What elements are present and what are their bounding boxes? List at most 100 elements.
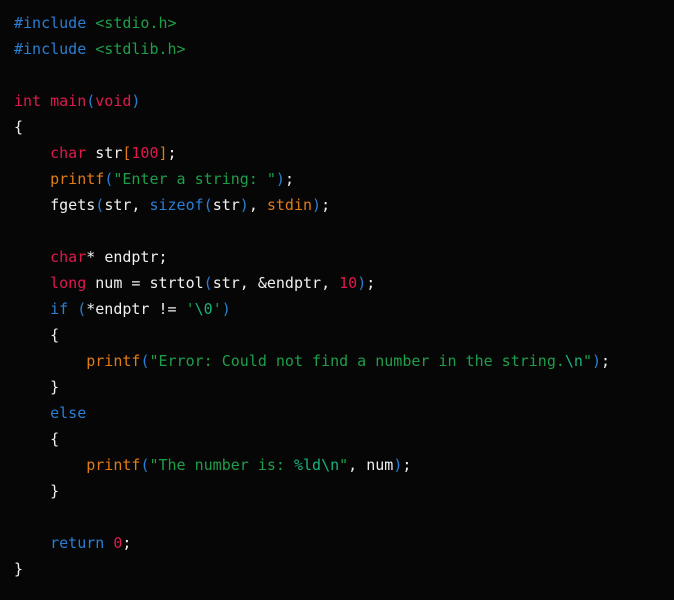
code-line: long num = strtol(str, &endptr, 10); — [14, 270, 674, 296]
code-token: ( — [203, 196, 213, 214]
code-token: \n — [564, 352, 583, 370]
code-line: { — [14, 322, 674, 348]
code-token: ; — [122, 534, 132, 552]
code-token: } — [14, 560, 24, 578]
code-line: } — [14, 374, 674, 400]
code-line: printf("Error: Could not find a number i… — [14, 348, 674, 374]
code-token: ; — [167, 144, 177, 162]
code-token: ; — [321, 196, 331, 214]
code-token: ) — [131, 92, 141, 110]
code-token: ; — [284, 170, 294, 188]
code-token: \0 — [194, 300, 213, 318]
code-token: != — [149, 300, 186, 318]
code-token: , — [348, 456, 367, 474]
code-token: { — [50, 430, 60, 448]
code-line: #include <stdlib.h> — [14, 36, 674, 62]
code-token: 100 — [131, 144, 159, 162]
code-token: str — [104, 196, 132, 214]
code-token: endptr — [104, 248, 159, 266]
code-token: if — [50, 300, 69, 318]
code-token: ( — [203, 274, 213, 292]
code-token: "The number is: — [149, 456, 294, 474]
code-token: ) — [357, 274, 367, 292]
code-line: printf("The number is: %ld\n", num); — [14, 452, 674, 478]
code-token: printf — [86, 456, 141, 474]
code-line: char* endptr; — [14, 244, 674, 270]
code-token: " — [339, 456, 349, 474]
code-token: printf — [50, 170, 105, 188]
code-token: else — [50, 404, 87, 422]
code-token: , — [248, 196, 267, 214]
code-token: ) — [393, 456, 403, 474]
code-token: ' — [185, 300, 195, 318]
code-line: fgets(str, sizeof(str), stdin); — [14, 192, 674, 218]
code-token: stdin — [266, 196, 313, 214]
code-token: 10 — [339, 274, 358, 292]
code-line: char str[100]; — [14, 140, 674, 166]
code-token: " — [582, 352, 592, 370]
code-token: "Enter a string: " — [113, 170, 276, 188]
code-token: <stdio.h> — [95, 14, 177, 32]
code-token: str — [212, 196, 240, 214]
code-token: *endptr — [86, 300, 150, 318]
code-token: ; — [601, 352, 611, 370]
code-token: main — [50, 92, 87, 110]
code-token: ' — [212, 300, 222, 318]
code-token: &endptr — [257, 274, 322, 292]
code-line: if (*endptr != '\0') — [14, 296, 674, 322]
code-line: else — [14, 400, 674, 426]
code-token: str — [95, 144, 123, 162]
code-token: #include — [14, 40, 87, 58]
code-line: printf("Enter a string: "); — [14, 166, 674, 192]
code-line: #include <stdio.h> — [14, 10, 674, 36]
code-token: ; — [158, 248, 168, 266]
code-token: strtol — [149, 274, 204, 292]
code-token: num — [95, 274, 123, 292]
code-token: sizeof — [149, 196, 204, 214]
code-token: %ld — [293, 456, 322, 474]
code-token: void — [95, 92, 132, 110]
code-token: } — [50, 482, 60, 500]
code-token: char — [50, 144, 87, 162]
code-editor-surface[interactable]: #include <stdio.h> #include <stdlib.h> in… — [0, 0, 674, 600]
code-token: = — [122, 274, 150, 292]
code-token: * — [86, 248, 96, 266]
code-token: ; — [402, 456, 412, 474]
code-token: , — [131, 196, 150, 214]
code-token: { — [50, 326, 60, 344]
code-line: { — [14, 114, 674, 140]
code-token: ( — [77, 300, 87, 318]
code-token: , — [239, 274, 258, 292]
code-token: ) — [312, 196, 322, 214]
code-token: char — [50, 248, 87, 266]
code-token: ] — [158, 144, 168, 162]
code-token: printf — [86, 352, 141, 370]
code-line: return 0; — [14, 530, 674, 556]
code-token: str — [212, 274, 240, 292]
code-token: ) — [275, 170, 285, 188]
code-token: , — [321, 274, 340, 292]
code-token: \n — [321, 456, 340, 474]
code-token: num — [366, 456, 394, 474]
